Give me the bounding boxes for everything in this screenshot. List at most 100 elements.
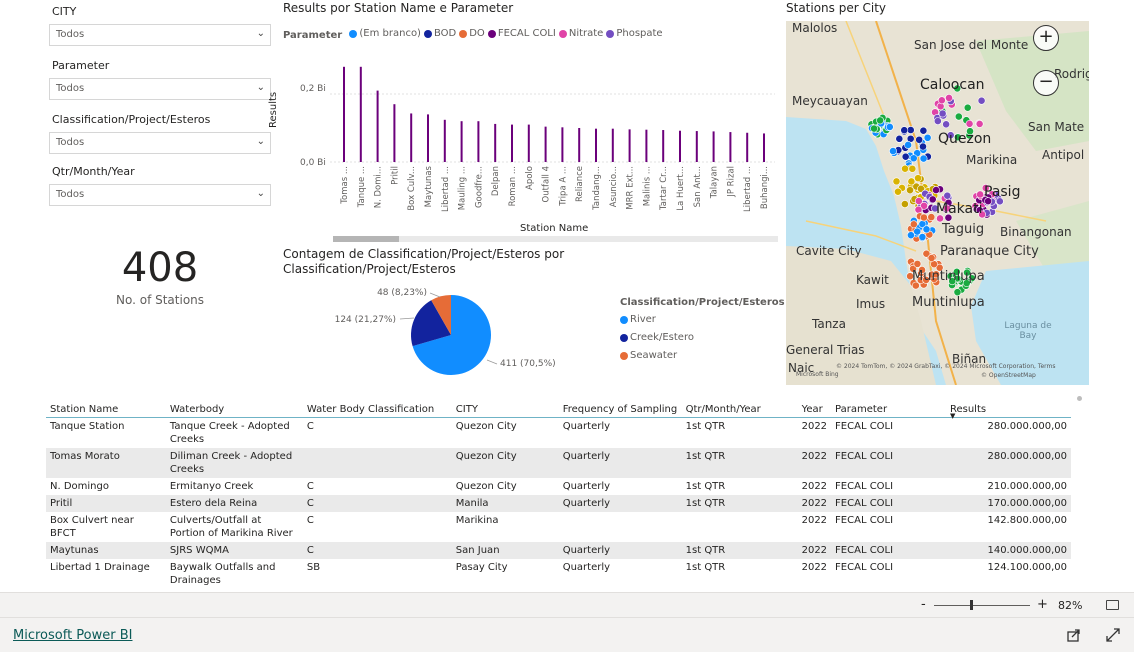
column-header[interactable]: Parameter [831,393,946,418]
table-row[interactable]: N. Domingo Ermitanyo Creek C Quezon City Qua… [46,478,1071,495]
zoom-slider-thumb[interactable] [970,600,973,610]
legend-dot-icon [459,29,468,38]
slicer-city-dropdown[interactable]: Todos ⌄ [49,24,271,46]
station-marker [919,126,928,135]
pie-legend-item[interactable]: Seawater [620,350,785,361]
table-cell: Baywalk Outfalls and Drainages [169,561,276,586]
legend-item[interactable]: (Em branco) [349,28,421,39]
pie-data-label: 48 (8,23%) [377,288,427,298]
fullscreen-icon[interactable] [1106,627,1120,642]
column-header[interactable]: Year [797,393,832,418]
zoom-in-button[interactable]: + [1037,597,1048,612]
legend-dot-icon [620,351,628,360]
bar [359,66,362,162]
fit-to-page-icon[interactable] [1106,600,1119,610]
pie-legend-item[interactable]: River [620,314,785,325]
table-cell: 2022 [801,420,828,432]
table-row[interactable]: Tanque Station Tanque Creek - Adopted Cre… [46,417,1071,448]
map-zoom-in-button[interactable]: + [1033,25,1059,51]
table-cell: Pritil [46,494,166,512]
slicer-qtr-dropdown[interactable]: Todos ⌄ [49,184,271,206]
station-marker [906,126,915,134]
pie-legend-label: Seawater [630,350,678,361]
table-cell: 1st QTR [681,494,798,512]
x-tick-label: Mauling ... [458,166,468,210]
station-marker [965,119,974,128]
map-label: San Mate [1028,120,1085,134]
table-row[interactable]: Libertad 1 Drainage Baywalk Outfalls and … [46,559,1071,589]
sort-descending-icon: ▼ [949,411,956,420]
column-header[interactable]: Station Name [46,393,166,418]
station-marker [927,254,936,262]
legend-item[interactable]: Phospate [606,28,663,39]
table-row[interactable]: Tomas Morato Diliman Creek - Adopted Cree… [46,447,1071,478]
column-header[interactable]: Frequency of Sampling [558,393,682,418]
table-row[interactable]: Pritil Estero dela Reina C Manila Quarterly 1… [46,494,1071,512]
column-header[interactable]: Qtr/Month/Year [681,393,798,418]
slicer-qtr-label: Qtr/Month/Year [52,165,135,178]
station-marker [937,96,946,105]
column-header[interactable]: Results ▼ [945,393,1071,420]
x-tick-label: Buhangi... [760,166,770,209]
legend-item[interactable]: DO [459,28,485,39]
station-marker [922,225,931,234]
share-icon[interactable] [1067,627,1081,642]
x-tick-label: Outfall 4 [542,166,552,202]
map-attribution[interactable]: © 2024 TomTom, © 2024 GrabTaxi, © 2024 M… [836,363,1086,370]
table-cell: Quezon City [455,480,517,492]
legend-dot-icon [423,29,432,38]
kpi-label: No. of Stations [115,293,205,307]
pie-leader-line [399,317,415,320]
station-marker [976,190,985,199]
y-tick-label: 0,2 Bi [300,84,326,94]
zoom-slider[interactable] [934,600,1030,610]
table-row[interactable]: Maytunas SJRS WQMA C San Juan Quarterly 1st Q… [46,541,1071,559]
bar [695,131,698,162]
power-bi-link[interactable]: Microsoft Power BI [13,628,132,643]
station-marker [904,141,912,149]
slicer-classification-dropdown[interactable]: Todos ⌄ [49,132,271,154]
station-marker [876,116,885,125]
map-label: Quezon [938,131,992,147]
legend-dot-icon [620,315,628,324]
station-marker [889,147,897,155]
bar [611,128,614,162]
zoom-out-button[interactable]: - [921,597,926,612]
station-marker [909,220,918,229]
map-attribution-osm[interactable]: © OpenStreetMap [981,372,1036,379]
bar [578,128,581,162]
station-marker [932,186,940,194]
pie-legend-item[interactable]: Creek/Estero [620,332,785,343]
station-marker [943,191,952,200]
bar-chart-xlabel: Station Name [520,223,589,234]
map-label: San Jose del Monte [914,38,1029,52]
table-cell: FECAL COLI [835,514,894,526]
map-view[interactable]: Malolos San Jose del Monte Rodrigue Meyc… [786,21,1089,385]
map-label: Makati [936,201,983,217]
table-cell [559,512,682,542]
y-tick-label: 0,0 Bi [300,158,326,168]
x-tick-label: MRR Ext... [626,166,636,210]
map-label: Kawit [856,273,889,287]
legend-item[interactable]: BOD [423,28,456,39]
bar [527,124,530,162]
slicer-parameter-dropdown[interactable]: Todos ⌄ [49,78,271,100]
station-marker [920,213,928,222]
table-scroll-indicator[interactable] [1077,396,1082,401]
chevron-down-icon: ⌄ [256,28,265,39]
x-tick-label: Libertad ... [743,166,753,212]
slicer-city-label: CITY [52,5,77,18]
column-header[interactable]: CITY [451,393,559,418]
column-header[interactable]: Water Body Classification [302,393,452,418]
legend-item-label: FECAL COLI [497,28,556,39]
legend-item[interactable]: FECAL COLI [487,28,556,39]
map-zoom-out-button[interactable]: − [1033,70,1059,96]
horizontal-scrollbar[interactable] [333,236,778,242]
scrollbar-thumb[interactable] [333,236,399,242]
table-cell: Quezon City [451,447,559,478]
x-tick-label: Talayan [710,166,720,199]
table-row[interactable]: Box Culvert near BFCT Culverts/Outfall at… [46,512,1071,542]
footer-bar: Microsoft Power BI [0,617,1134,652]
legend-item[interactable]: Nitrate [558,28,603,39]
column-header[interactable]: Waterbody [165,393,303,418]
